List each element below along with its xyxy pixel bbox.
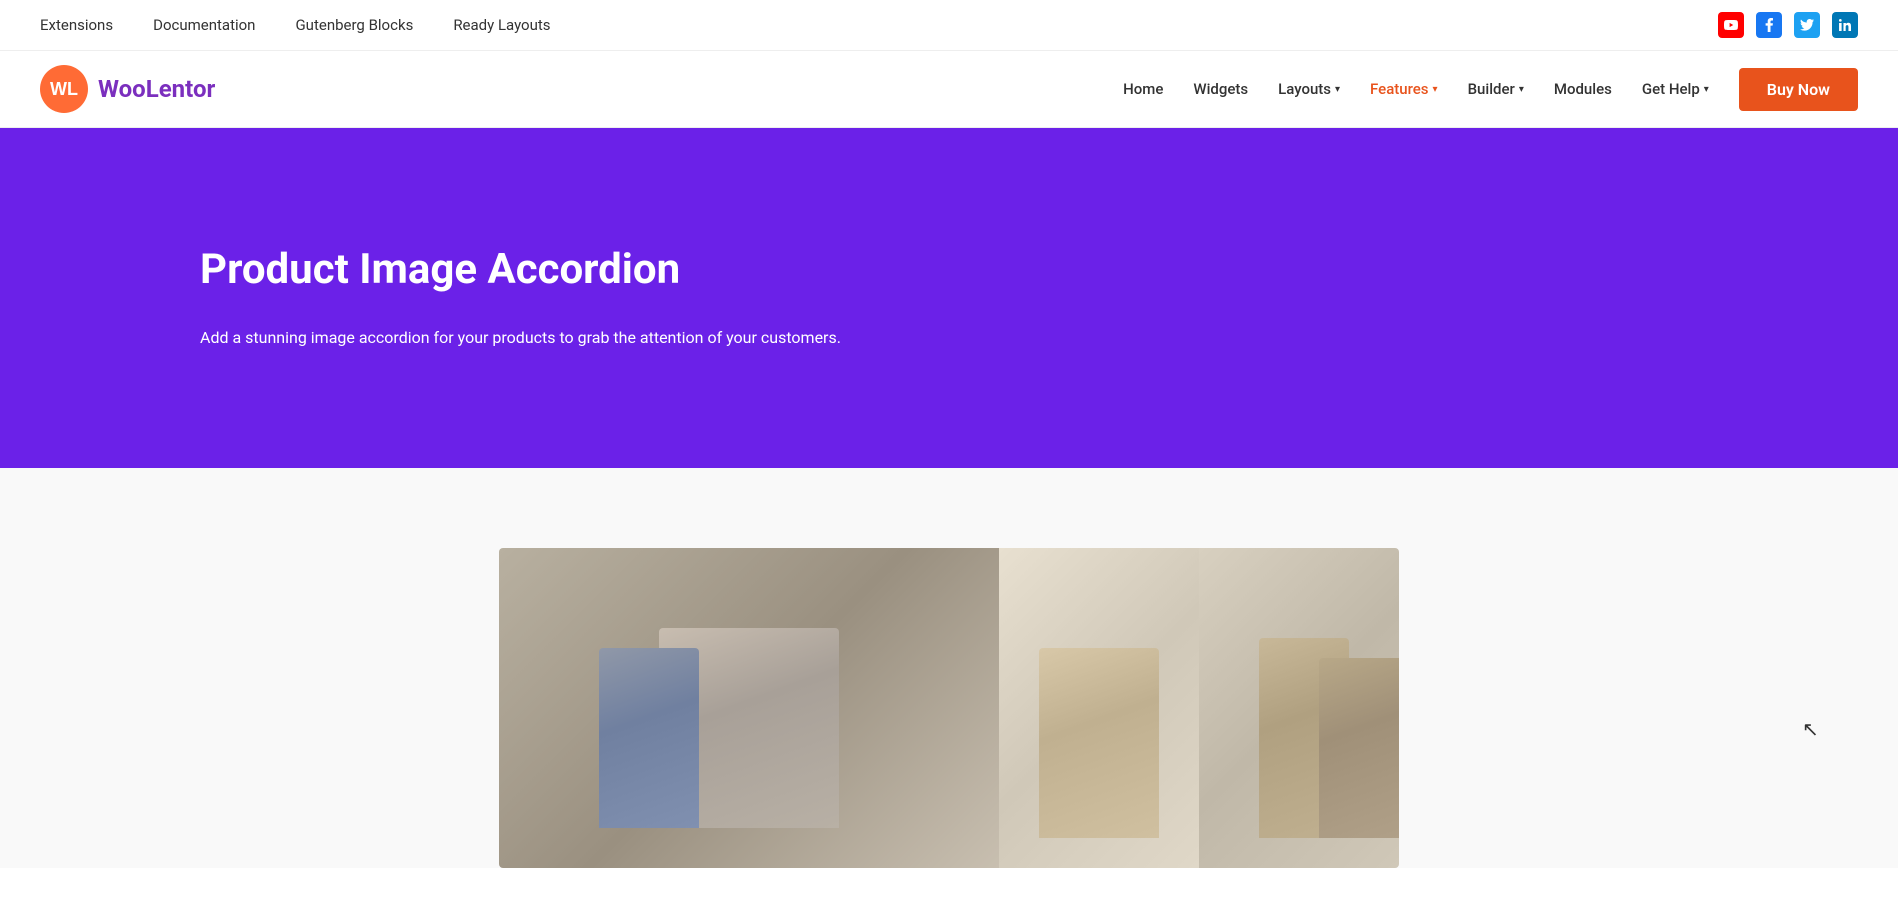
- nav-home[interactable]: Home: [1123, 80, 1163, 98]
- nav-features[interactable]: Features ▾: [1370, 80, 1438, 98]
- top-nav-documentation[interactable]: Documentation: [153, 16, 255, 34]
- svg-text:WL: WL: [50, 79, 78, 99]
- hero-description: Add a stunning image accordion for your …: [200, 324, 880, 351]
- nav-widgets[interactable]: Widgets: [1193, 80, 1248, 98]
- facebook-icon[interactable]: [1756, 12, 1782, 38]
- top-nav: Extensions Documentation Gutenberg Block…: [40, 16, 551, 34]
- linkedin-icon[interactable]: [1832, 12, 1858, 38]
- nav-builder[interactable]: Builder ▾: [1468, 80, 1524, 98]
- youtube-icon[interactable]: [1718, 12, 1744, 38]
- accordion-panel-right: [1199, 548, 1399, 868]
- hero-title: Product Image Accordion: [200, 245, 1698, 294]
- logo-icon: WL: [40, 65, 88, 113]
- accordion-panel-left: [499, 548, 999, 868]
- nav-modules[interactable]: Modules: [1554, 80, 1612, 98]
- accordion-panel-mid: [999, 548, 1199, 868]
- top-nav-extensions[interactable]: Extensions: [40, 16, 113, 34]
- features-chevron: ▾: [1433, 84, 1438, 95]
- logo[interactable]: WL WooLentor: [40, 65, 215, 113]
- main-nav: WL WooLentor Home Widgets Layouts ▾ Feat…: [0, 51, 1898, 128]
- buy-now-button[interactable]: Buy Now: [1739, 68, 1858, 111]
- accordion-panels: [499, 548, 1399, 868]
- builder-chevron: ▾: [1519, 84, 1524, 95]
- top-nav-readylayouts[interactable]: Ready Layouts: [453, 16, 550, 34]
- hero-section: Product Image Accordion Add a stunning i…: [0, 128, 1898, 468]
- top-bar: Extensions Documentation Gutenberg Block…: [0, 0, 1898, 51]
- logo-text: WooLentor: [98, 75, 215, 103]
- social-links: [1718, 12, 1858, 38]
- top-nav-gutenberg[interactable]: Gutenberg Blocks: [295, 16, 413, 34]
- main-nav-links: Home Widgets Layouts ▾ Features ▾ Builde…: [1123, 68, 1858, 111]
- accordion-image-container: [499, 548, 1399, 868]
- nav-layouts[interactable]: Layouts ▾: [1278, 80, 1340, 98]
- nav-get-help[interactable]: Get Help ▾: [1642, 80, 1709, 98]
- gethelp-chevron: ▾: [1704, 84, 1709, 95]
- content-section: [0, 468, 1898, 868]
- layouts-chevron: ▾: [1335, 84, 1340, 95]
- twitter-icon[interactable]: [1794, 12, 1820, 38]
